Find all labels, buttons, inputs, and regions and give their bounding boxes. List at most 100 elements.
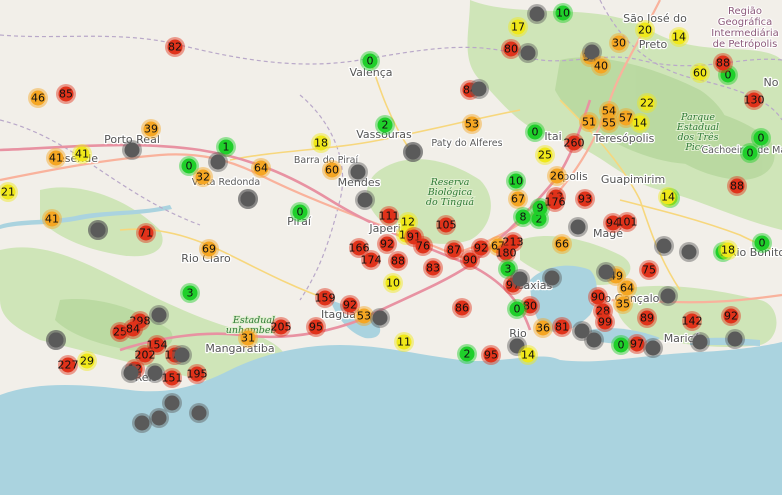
station-marker[interactable] <box>88 220 108 240</box>
station-marker[interactable]: 88 <box>727 176 747 196</box>
station-marker[interactable] <box>208 152 228 172</box>
station-marker[interactable]: 14 <box>669 27 689 47</box>
station-marker[interactable]: 81 <box>552 317 572 337</box>
station-marker[interactable]: 14 <box>658 187 678 207</box>
station-marker[interactable] <box>518 43 538 63</box>
station-marker[interactable] <box>690 332 710 352</box>
station-marker[interactable]: 31 <box>238 328 258 348</box>
station-marker[interactable] <box>403 142 423 162</box>
station-marker[interactable]: 18 <box>311 133 331 153</box>
station-marker[interactable]: 85 <box>56 84 76 104</box>
station-marker[interactable] <box>542 268 562 288</box>
station-marker[interactable] <box>189 403 209 423</box>
station-marker[interactable]: 30 <box>609 33 629 53</box>
station-marker[interactable]: 10 <box>506 171 526 191</box>
station-marker[interactable]: 0 <box>360 51 380 71</box>
station-marker[interactable]: 71 <box>136 223 156 243</box>
station-marker[interactable]: 36 <box>533 318 553 338</box>
station-marker[interactable]: 82 <box>165 37 185 57</box>
station-marker[interactable]: 69 <box>199 239 219 259</box>
station-marker[interactable]: 17 <box>508 17 528 37</box>
station-marker[interactable]: 32 <box>193 167 213 187</box>
station-marker[interactable]: 46 <box>28 88 48 108</box>
station-marker[interactable]: 88 <box>713 53 733 73</box>
station-marker[interactable]: 10 <box>383 273 403 293</box>
station-marker[interactable]: 53 <box>462 114 482 134</box>
station-marker[interactable]: 41 <box>46 148 66 168</box>
station-marker[interactable]: 2 <box>457 344 477 364</box>
station-marker[interactable] <box>568 217 588 237</box>
map-canvas[interactable]: RegiãoGeográficaIntermediáriade Petrópol… <box>0 0 782 495</box>
station-marker[interactable] <box>654 236 674 256</box>
station-marker[interactable]: 80 <box>501 39 521 59</box>
station-marker[interactable]: 11 <box>394 332 414 352</box>
station-marker[interactable]: 60 <box>322 160 342 180</box>
station-marker[interactable]: 0 <box>507 299 527 319</box>
station-marker[interactable]: 86 <box>452 298 472 318</box>
station-marker[interactable]: 18 <box>718 240 738 260</box>
station-marker[interactable]: 66 <box>552 234 572 254</box>
station-marker[interactable] <box>679 242 699 262</box>
station-marker-value: 41 <box>49 152 63 165</box>
station-marker[interactable] <box>469 79 489 99</box>
station-marker[interactable]: 41 <box>72 144 92 164</box>
station-marker[interactable]: 26 <box>547 166 567 186</box>
station-marker[interactable]: 0 <box>290 202 310 222</box>
station-marker[interactable]: 2 <box>375 115 395 135</box>
station-marker[interactable]: 41 <box>42 209 62 229</box>
station-marker[interactable]: 55 <box>599 113 619 133</box>
station-marker[interactable]: 75 <box>639 260 659 280</box>
station-marker[interactable]: 0 <box>752 233 772 253</box>
station-marker[interactable] <box>355 190 375 210</box>
station-marker[interactable] <box>527 4 547 24</box>
station-marker[interactable]: 35 <box>613 294 633 314</box>
station-marker[interactable] <box>122 140 142 160</box>
station-marker[interactable]: 99 <box>595 312 615 332</box>
station-marker[interactable]: 39 <box>141 119 161 139</box>
station-marker[interactable]: 95 <box>481 345 501 365</box>
station-marker[interactable] <box>510 269 530 289</box>
station-marker[interactable]: 67 <box>508 189 528 209</box>
station-marker[interactable] <box>132 413 152 433</box>
station-marker[interactable]: 93 <box>575 189 595 209</box>
station-marker[interactable]: 76 <box>413 236 433 256</box>
station-marker[interactable] <box>46 330 66 350</box>
station-marker[interactable]: 14 <box>518 345 538 365</box>
station-marker[interactable] <box>149 305 169 325</box>
station-marker[interactable]: 10 <box>553 3 573 23</box>
station-marker[interactable] <box>238 189 258 209</box>
station-marker[interactable] <box>596 262 616 282</box>
station-marker[interactable]: 83 <box>423 258 443 278</box>
station-marker[interactable]: 60 <box>690 63 710 83</box>
station-marker[interactable] <box>584 330 604 350</box>
station-marker[interactable]: 90 <box>460 250 480 270</box>
station-marker[interactable]: 0 <box>525 122 545 142</box>
station-marker[interactable]: 14 <box>630 113 650 133</box>
station-marker[interactable] <box>658 286 678 306</box>
station-marker[interactable] <box>145 363 165 383</box>
station-marker[interactable]: 64 <box>251 158 271 178</box>
station-marker[interactable] <box>643 338 663 358</box>
station-marker[interactable] <box>725 329 745 349</box>
station-marker[interactable]: 40 <box>591 56 611 76</box>
station-marker[interactable]: 92 <box>377 234 397 254</box>
station-marker[interactable]: 3 <box>180 283 200 303</box>
station-marker-value: 31 <box>241 332 255 345</box>
station-marker[interactable]: 84 <box>123 319 143 339</box>
station-marker[interactable]: 25 <box>535 145 555 165</box>
station-marker[interactable] <box>172 345 192 365</box>
station-marker[interactable] <box>370 308 390 328</box>
station-marker[interactable] <box>348 162 368 182</box>
station-marker[interactable]: 20 <box>635 20 655 40</box>
station-marker[interactable]: 0 <box>611 335 631 355</box>
station-marker[interactable] <box>162 393 182 413</box>
station-marker[interactable]: 0 <box>740 143 760 163</box>
station-marker[interactable]: 51 <box>579 112 599 132</box>
station-marker[interactable]: 95 <box>306 317 326 337</box>
station-marker[interactable]: 22 <box>637 93 657 113</box>
station-marker[interactable] <box>121 363 141 383</box>
station-marker[interactable]: 29 <box>77 351 97 371</box>
station-marker[interactable]: 89 <box>637 308 657 328</box>
station-marker[interactable]: 88 <box>388 251 408 271</box>
station-marker[interactable]: 92 <box>721 306 741 326</box>
